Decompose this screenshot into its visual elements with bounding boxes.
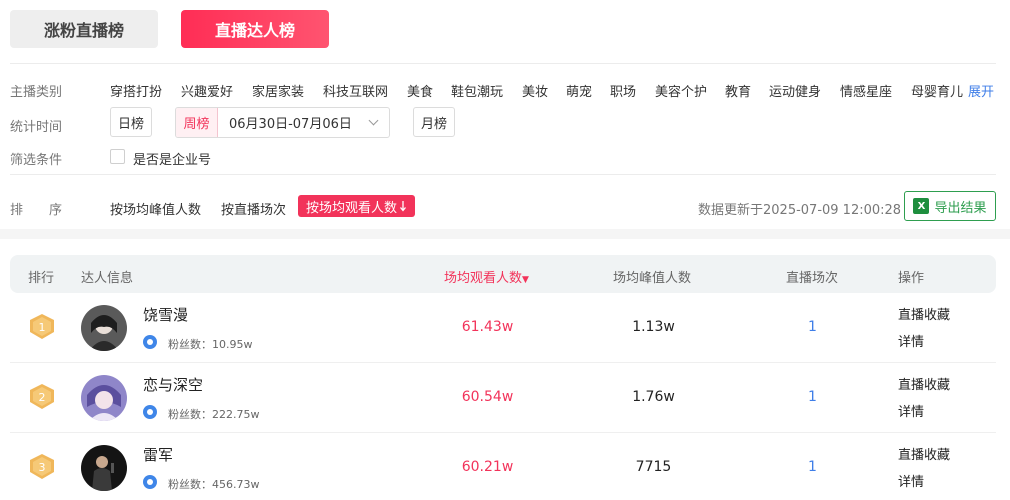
live-favorite-link[interactable]: 直播收藏 [898, 444, 950, 463]
category-item[interactable]: 萌宠 [566, 81, 592, 100]
condition-label: 筛选条件 [10, 153, 63, 168]
header-peak[interactable]: 场均峰值人数 [613, 267, 691, 286]
peak-value: 1.13w [632, 319, 675, 335]
tab-live-talent-rank[interactable]: 直播达人榜 [181, 10, 329, 48]
category-item[interactable]: 运动健身 [769, 81, 821, 100]
category-item[interactable]: 家居家装 [252, 81, 304, 100]
category-item[interactable]: 美容个护 [655, 81, 707, 100]
category-item[interactable]: 科技互联网 [323, 81, 388, 100]
verified-icon [143, 405, 157, 419]
detail-link[interactable]: 详情 [898, 471, 924, 490]
category-item[interactable]: 母婴育儿 [911, 81, 963, 100]
week-range-select[interactable]: 06月30日-07月06日 [218, 108, 389, 137]
header-rank: 排行 [28, 271, 55, 286]
fan-count: 粉丝数：456.73w [168, 478, 260, 491]
monthly-button[interactable]: 月榜 [413, 107, 455, 137]
header-actions: 操作 [898, 271, 925, 286]
sort-by-peak[interactable]: 按场均峰值人数 [110, 199, 201, 218]
peak-value: 1.76w [632, 389, 675, 405]
sort-label: 排 序 [10, 203, 63, 218]
category-item[interactable]: 美食 [407, 81, 433, 100]
export-button[interactable]: X 导出结果 [904, 191, 996, 221]
table-row: 2 恋与深空 粉丝数：222.75w 60.54w 1.76w 1 直播收藏 详… [10, 363, 996, 433]
time-label: 统计时间 [10, 120, 63, 135]
header-avg-viewers-label: 场均观看人数 [444, 271, 523, 286]
fan-count: 粉丝数：222.75w [168, 408, 260, 421]
verified-icon [143, 475, 157, 489]
divider [10, 174, 996, 175]
table-row: 3 雷军 粉丝数：456.73w 60.21w 7715 1 直播收藏 详情 [10, 433, 996, 500]
chevron-down-icon [368, 115, 379, 126]
avg-viewers-value: 60.54w [461, 389, 514, 405]
category-item[interactable]: 情感星座 [840, 81, 892, 100]
live-favorite-link[interactable]: 直播收藏 [898, 304, 950, 323]
streamer-name[interactable]: 恋与深空 [143, 374, 203, 395]
divider [10, 63, 996, 64]
verified-icon [143, 335, 157, 349]
sessions-link[interactable]: 1 [755, 459, 870, 475]
tab-fans-live-rank[interactable]: 涨粉直播榜 [10, 10, 158, 48]
category-item[interactable]: 美妆 [522, 81, 548, 100]
header-avg-viewers[interactable]: 场均观看人数▼ [444, 267, 529, 286]
update-timestamp: 数据更新于2025-07-09 12:00:28 [698, 203, 902, 218]
sessions-link[interactable]: 1 [755, 319, 870, 335]
sort-by-avg-viewers[interactable]: 按场均观看人数 [298, 195, 416, 217]
enterprise-checkbox-label[interactable]: 是否是企业号 [133, 149, 211, 168]
category-item[interactable]: 兴趣爱好 [181, 81, 233, 100]
category-item[interactable]: 鞋包潮玩 [451, 81, 503, 100]
section-separator [0, 229, 1010, 239]
category-label: 主播类别 [10, 85, 63, 100]
rank-number: 1 [39, 321, 46, 334]
avatar [81, 375, 127, 421]
daily-button[interactable]: 日榜 [110, 107, 152, 137]
enterprise-checkbox[interactable] [110, 149, 125, 164]
header-sessions[interactable]: 直播场次 [786, 267, 838, 286]
export-label: 导出结果 [934, 200, 987, 216]
weekly-selector[interactable]: 周榜 06月30日-07月06日 [175, 107, 390, 138]
header-info: 达人信息 [81, 271, 134, 286]
table-header: 排行 达人信息 场均观看人数▼ 场均峰值人数 直播场次 操作 [10, 255, 996, 293]
rank-number: 2 [39, 391, 46, 404]
weekly-button[interactable]: 周榜 [176, 108, 218, 137]
category-item[interactable]: 职场 [610, 81, 636, 100]
expand-link[interactable]: 展开 [968, 81, 994, 100]
excel-icon: X [913, 198, 930, 214]
live-favorite-link[interactable]: 直播收藏 [898, 374, 950, 393]
peak-value: 7715 [635, 459, 672, 475]
sort-by-sessions[interactable]: 按直播场次 [221, 199, 286, 218]
streamer-name[interactable]: 饶雪漫 [143, 304, 188, 325]
avatar [81, 305, 127, 351]
rank-medal-icon: 2 [30, 384, 54, 409]
detail-link[interactable]: 详情 [898, 401, 924, 420]
sort-by-avg-viewers-label: 按场均观看人数 [306, 200, 398, 216]
sort-desc-icon [400, 201, 407, 212]
caret-down-icon: ▼ [522, 275, 529, 285]
rank-medal-icon: 3 [30, 454, 54, 479]
rank-number: 3 [39, 461, 46, 474]
category-item[interactable]: 教育 [725, 81, 751, 100]
week-range-value: 06月30日-07月06日 [229, 117, 352, 132]
streamer-name[interactable]: 雷军 [143, 444, 173, 465]
sessions-link[interactable]: 1 [755, 389, 870, 405]
avatar [81, 445, 127, 491]
avg-viewers-value: 61.43w [461, 319, 514, 335]
avg-viewers-value: 60.21w [461, 459, 514, 475]
rank-medal-icon: 1 [30, 314, 54, 339]
table-row: 1 饶雪漫 粉丝数：10.95w 61.43w 1.13w 1 直播收藏 详情 [10, 293, 996, 363]
detail-link[interactable]: 详情 [898, 331, 924, 350]
category-item[interactable]: 穿搭打扮 [110, 81, 162, 100]
fan-count: 粉丝数：10.95w [168, 338, 253, 351]
